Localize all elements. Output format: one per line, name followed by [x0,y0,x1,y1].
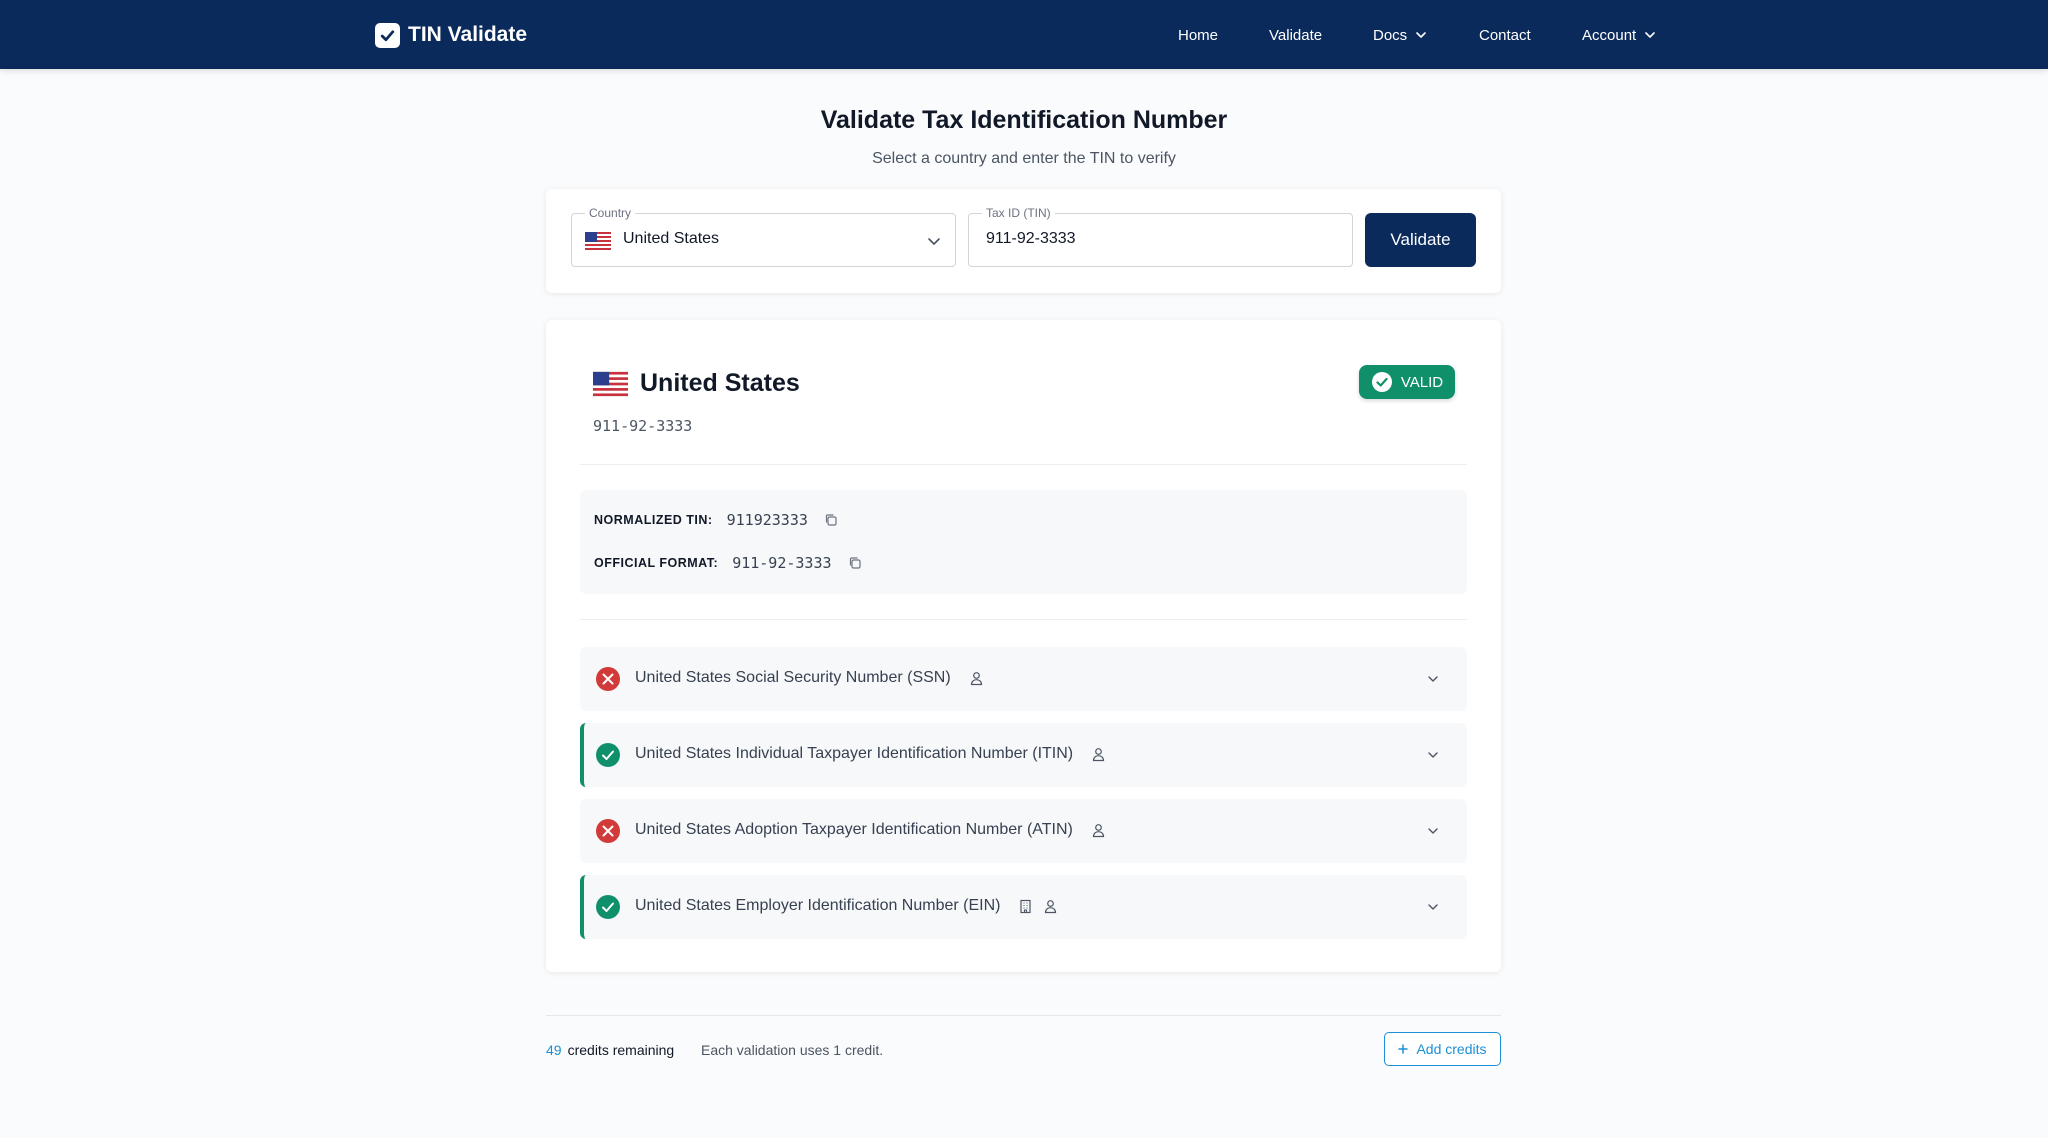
tin-field[interactable]: Tax ID (TIN) 911-92-3333 [968,206,1353,267]
nav-home[interactable]: Home [1178,24,1218,46]
tin-type-name: United States Adoption Taxpayer Identifi… [635,821,1106,839]
add-credits-button[interactable]: Add credits [1384,1032,1501,1066]
result-country: United States [640,369,800,397]
nav-contact-label: Contact [1479,26,1531,44]
tin-type-label: United States Social Security Number (SS… [635,669,951,686]
normalized-row: NORMALIZED TIN: 911923333 [594,511,838,529]
page-title: Validate Tax Identification Number [820,106,1228,134]
status-badge: VALID [1359,365,1455,399]
tin-type-label: United States Employer Identification Nu… [635,897,1001,914]
chevron-down-icon [1416,32,1426,38]
tin-type-row-atin[interactable]: United States Adoption Taxpayer Identifi… [580,799,1467,863]
format-info: NORMALIZED TIN: 911923333 OFFICIAL FORMA… [580,490,1467,594]
tin-type-row-ein[interactable]: United States Employer Identification Nu… [580,875,1467,939]
validation-form: Country United States Tax ID (TIN) 911-9… [546,189,1501,293]
country-select[interactable]: Country United States [571,206,956,267]
official-label: OFFICIAL FORMAT: [594,556,719,570]
nav-contact[interactable]: Contact [1479,24,1531,46]
top-navbar: TIN Validate Home Validate Docs Contact … [0,0,2048,69]
check-circle-icon [596,743,620,767]
us-flag-icon [585,232,611,250]
copy-icon[interactable] [848,556,862,570]
chevron-down-icon [1428,676,1438,682]
nav-validate-label: Validate [1269,26,1323,44]
person-icon [1093,747,1105,761]
x-circle-icon [596,819,620,843]
nav-validate[interactable]: Validate [1269,24,1322,46]
tin-input-value: 911-92-3333 [986,230,1076,247]
tin-type-label: United States Individual Taxpayer Identi… [635,745,1074,762]
main-nav: Home Validate Docs Contact Account [0,0,2048,69]
nav-account-label: Account [1582,26,1637,44]
page-subtitle: Select a country and enter the TIN to ve… [872,150,1176,167]
tin-type-row-ssn[interactable]: United States Social Security Number (SS… [580,647,1467,711]
tin-type-name: United States Social Security Number (SS… [635,669,984,687]
tin-type-name: United States Individual Taxpayer Identi… [635,745,1106,763]
chevron-down-icon [1645,32,1656,38]
credits-note: Each validation uses 1 credit. [701,1042,884,1058]
normalized-label: NORMALIZED TIN: [594,513,713,527]
person-icon [1092,823,1104,837]
credits-label: credits remaining [567,1042,675,1058]
normalized-value: 911923333 [726,511,808,529]
building-icon [1020,899,1032,913]
country-label: Country [585,206,636,220]
nav-home-label: Home [1178,26,1219,44]
chevron-down-icon [928,238,940,245]
person-icon [970,671,982,685]
nav-docs-label: Docs [1373,26,1408,44]
credits-count: 49 [546,1042,562,1058]
tin-type-label: United States Adoption Taxpayer Identifi… [635,821,1073,838]
chevron-down-icon [1428,904,1438,910]
nav-docs[interactable]: Docs [1373,24,1427,46]
chevron-down-icon [1428,752,1438,758]
chevron-down-icon [1428,828,1438,834]
nav-account[interactable]: Account [1582,24,1656,46]
check-circle-icon [596,895,620,919]
credits-remaining: 49 credits remaining [546,1042,674,1058]
person-icon [1045,899,1057,913]
status-text: VALID [1400,373,1444,391]
validate-button[interactable]: Validate [1365,213,1476,267]
tin-type-row-itin[interactable]: United States Individual Taxpayer Identi… [580,723,1467,787]
official-row: OFFICIAL FORMAT: 911-92-3333 [594,554,862,572]
divider [580,464,1467,465]
result-tin: 911-92-3333 [593,417,693,435]
plus-icon [1398,1044,1409,1054]
us-flag-icon [593,371,628,397]
footer-divider [546,1015,1501,1016]
official-value: 911-92-3333 [732,554,832,572]
check-circle-icon [1371,372,1392,392]
copy-icon[interactable] [824,513,838,527]
result-card: United States 911-92-3333 VALID NORMALIZ… [546,320,1501,972]
divider [580,619,1467,620]
country-value: United States [623,230,720,247]
tin-type-name: United States Employer Identification Nu… [635,897,1058,915]
tin-label: Tax ID (TIN) [982,206,1055,220]
x-circle-icon [596,667,620,691]
add-credits-label: Add credits [1416,1041,1487,1057]
